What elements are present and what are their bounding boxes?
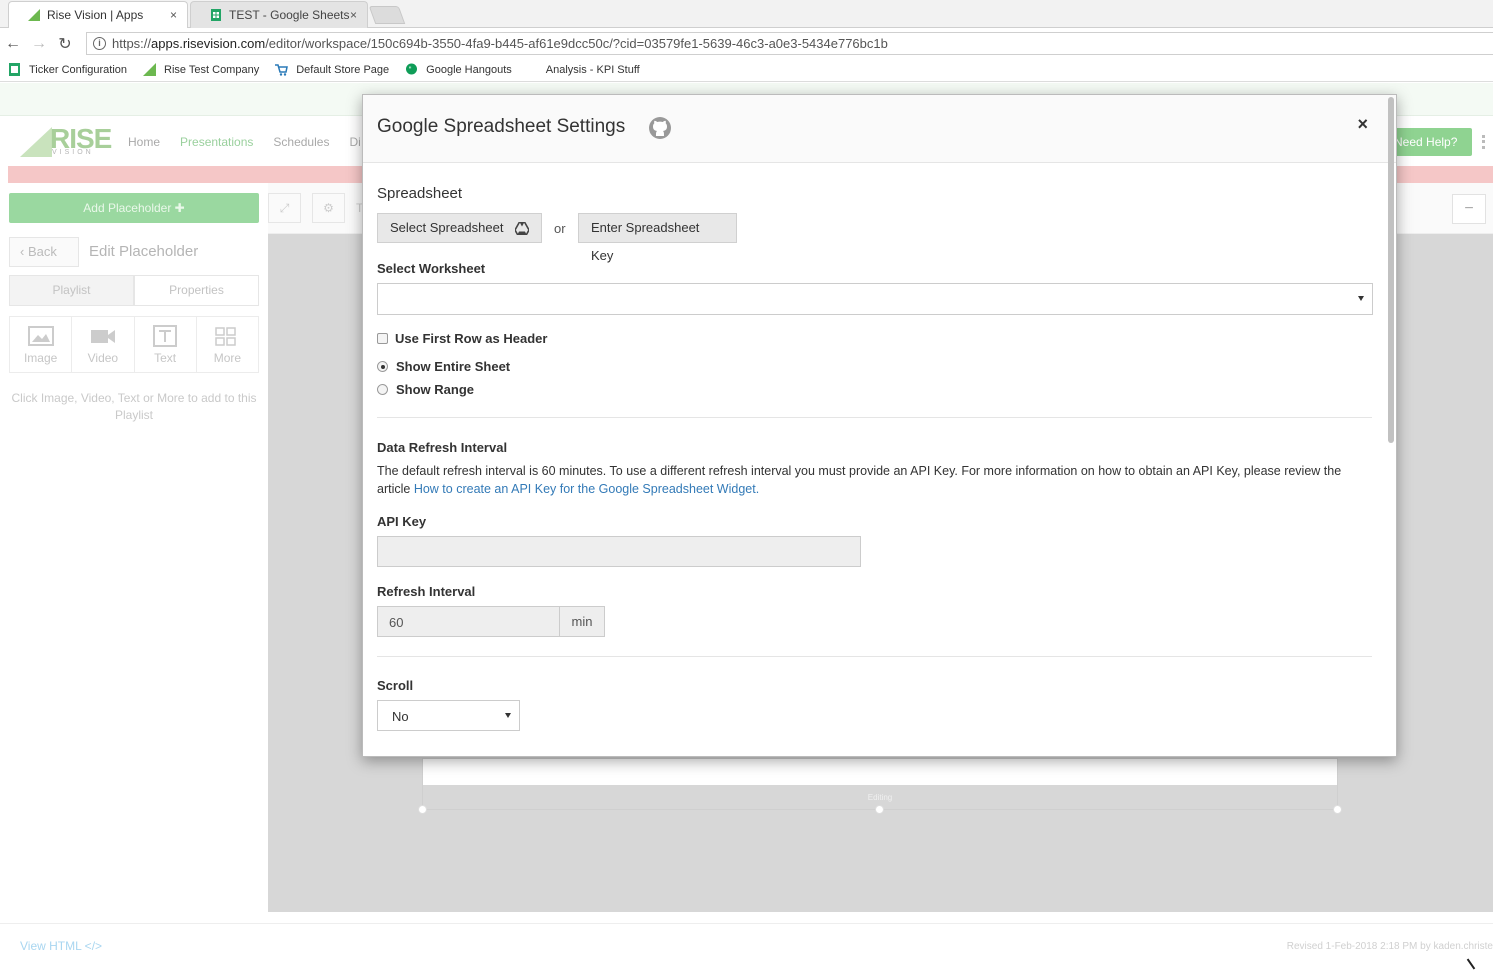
tab-label: TEST - Google Sheets [229, 8, 350, 22]
zoom-out-button[interactable]: − [1452, 194, 1486, 224]
media-video[interactable]: Video [72, 317, 135, 372]
modal-scrollbar[interactable] [1388, 97, 1394, 443]
playlist-hint: Click Image, Video, Text or More to add … [11, 391, 257, 422]
resize-handle[interactable] [1333, 805, 1342, 814]
scroll-label: Scroll [377, 678, 414, 693]
first-row-header-checkbox[interactable] [377, 333, 388, 344]
refresh-heading: Data Refresh Interval [377, 440, 508, 455]
browser-tabstrip: Rise Vision | Apps × TEST - Google Sheet… [0, 0, 1493, 28]
api-key-input[interactable] [377, 536, 861, 567]
github-icon[interactable] [648, 116, 672, 140]
rise-icon [143, 63, 157, 76]
footer: View HTML </> Revised 1-Feb-2018 2:18 PM… [0, 923, 1493, 970]
image-icon [27, 326, 54, 346]
edit-placeholder-title: Edit Placeholder [89, 243, 199, 260]
or-text: or [554, 221, 566, 236]
sheets-icon [211, 9, 221, 21]
back-arrow-icon[interactable]: ← [0, 35, 26, 53]
reload-icon[interactable]: ↻ [52, 34, 78, 54]
refresh-interval-label: Refresh Interval [377, 584, 476, 599]
placeholder-label: Editing [867, 793, 893, 802]
url-path: /editor/workspace/150c694b-3550-4fa9-b44… [265, 36, 888, 51]
modal-header: Google Spreadsheet Settings × [363, 95, 1396, 163]
modal-close-button[interactable]: × [1357, 114, 1368, 135]
nav-schedules[interactable]: Schedules [273, 135, 329, 149]
bookmark-default-store-page[interactable]: Default Store Page [275, 63, 389, 76]
bookmark-google-hangouts[interactable]: " Google Hangouts [405, 63, 512, 76]
tab-rise-vision[interactable]: Rise Vision | Apps × [8, 1, 188, 28]
bookmark-analysis-kpi[interactable]: Analysis - KPI Stuff [546, 64, 640, 76]
gear-icon[interactable]: ⚙ [312, 193, 345, 223]
need-help-button[interactable]: Need Help? [1390, 128, 1472, 156]
select-spreadsheet-button[interactable]: Select Spreadsheet [377, 213, 542, 243]
show-entire-sheet-radio-row[interactable]: Show Entire Sheet [377, 359, 510, 374]
chevron-down-icon [505, 713, 511, 718]
api-key-help-link[interactable]: How to create an API Key for the Google … [414, 482, 759, 496]
apps-grid-icon[interactable] [1482, 135, 1490, 149]
api-key-label: API Key [377, 514, 427, 529]
nav-displays[interactable]: Di [349, 135, 360, 149]
sheets-icon [9, 63, 20, 76]
hangouts-icon: " [406, 63, 418, 75]
url-input[interactable]: i https://apps.risevision.com/editor/wor… [86, 32, 1493, 55]
placeholder-content [423, 759, 1337, 785]
top-nav: Home Presentations Schedules Di [128, 135, 381, 149]
media-picker: Image Video Text More [9, 316, 259, 373]
revised-text: Revised 1-Feb-2018 2:18 PM by kaden.chri… [1286, 941, 1493, 952]
tab-google-sheets[interactable]: TEST - Google Sheets × [190, 1, 368, 28]
media-text[interactable]: Text [135, 317, 197, 372]
forward-arrow-icon[interactable]: → [26, 35, 52, 53]
url-host: apps.risevision.com [151, 36, 266, 51]
add-placeholder-button[interactable]: Add Placeholder ✚ [9, 193, 259, 223]
show-entire-sheet-radio[interactable] [377, 361, 388, 372]
new-tab-button[interactable] [368, 6, 406, 24]
rise-icon [28, 9, 40, 21]
show-range-radio-row[interactable]: Show Range [377, 382, 474, 397]
bookmark-rise-test-company[interactable]: Rise Test Company [143, 63, 259, 76]
resize-handle[interactable] [418, 805, 427, 814]
section-divider [377, 417, 1372, 418]
close-icon[interactable]: × [350, 8, 357, 22]
nav-home[interactable]: Home [128, 135, 160, 149]
show-range-radio[interactable] [377, 384, 388, 395]
tab-label: Rise Vision | Apps [47, 8, 144, 22]
select-worksheet-label: Select Worksheet [377, 261, 486, 276]
fullscreen-icon[interactable]: ⤢ [268, 193, 301, 223]
refresh-description: The default refresh interval is 60 minut… [377, 464, 1342, 496]
tab-playlist[interactable]: Playlist [9, 275, 134, 306]
google-drive-icon [515, 222, 529, 235]
bookmarks-bar: Ticker Configuration Rise Test Company D… [0, 58, 1493, 82]
more-widgets-icon [215, 327, 237, 346]
video-icon [90, 330, 115, 343]
refresh-unit-addon: min [559, 606, 605, 637]
worksheet-select[interactable] [377, 283, 1373, 315]
modal-title: Google Spreadsheet Settings [377, 116, 626, 137]
tab-properties[interactable]: Properties [134, 275, 259, 306]
resize-handle[interactable] [875, 805, 884, 814]
nav-presentations[interactable]: Presentations [180, 135, 253, 149]
google-spreadsheet-settings-modal: Google Spreadsheet Settings × Spreadshee… [362, 94, 1397, 757]
first-row-header-checkbox-row[interactable]: Use First Row as Header [377, 331, 547, 346]
scroll-select[interactable]: No [377, 700, 520, 731]
info-icon[interactable]: i [93, 37, 106, 50]
svg-text:": " [409, 66, 412, 74]
media-image[interactable]: Image [10, 317, 73, 372]
bookmark-ticker-configuration[interactable]: Ticker Configuration [8, 63, 127, 76]
view-html-link[interactable]: View HTML </> [20, 939, 102, 953]
chevron-down-icon [1358, 296, 1364, 301]
placeholder-frame[interactable]: Editing [422, 758, 1338, 810]
enter-spreadsheet-key-button[interactable]: Enter Spreadsheet Key [578, 213, 737, 263]
refresh-interval-input[interactable]: 60 [377, 606, 560, 637]
close-icon[interactable]: × [170, 8, 177, 22]
cart-icon [275, 64, 289, 76]
url-prefix: https:// [112, 36, 152, 51]
address-bar: ← → ↻ i https://apps.risevision.com/edit… [0, 29, 1493, 58]
media-more[interactable]: More [197, 317, 258, 372]
section-divider [377, 656, 1372, 657]
back-button[interactable]: ‹ Back [9, 237, 79, 267]
text-icon [153, 325, 178, 347]
spreadsheet-label: Spreadsheet [377, 185, 463, 202]
logo-subtext: VISION [52, 149, 94, 156]
